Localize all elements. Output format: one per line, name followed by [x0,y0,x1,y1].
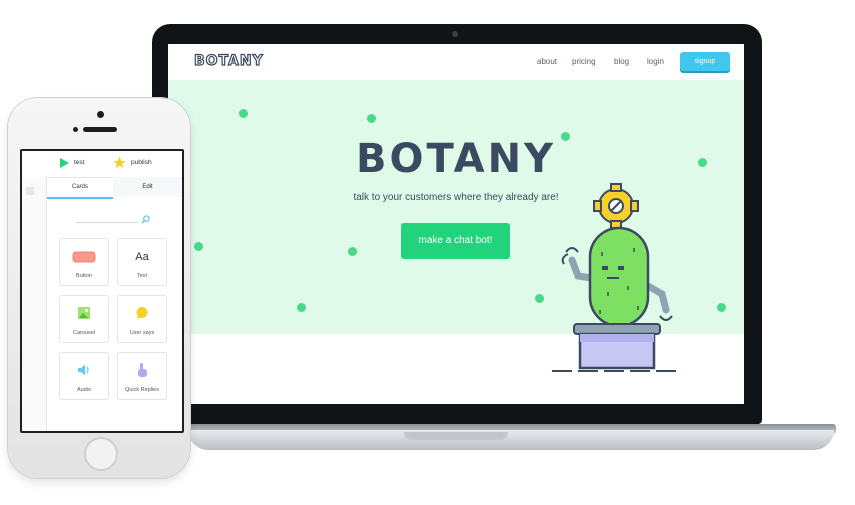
card-user-says[interactable]: User says [117,295,167,343]
nav-link-pricing[interactable]: pricing [572,57,596,66]
sidebar-handle[interactable] [26,187,34,195]
nav-link-about[interactable]: about [537,57,557,66]
tab-cards[interactable]: Cards [47,177,113,199]
gear-icon [593,183,639,229]
cactus-robot-illustration [552,183,682,372]
phone-home-button [84,437,118,471]
nav-link-login[interactable]: login [647,57,664,66]
site-header: BOTANY about pricing blog login signup [168,44,744,80]
speech-bubble-icon [136,307,148,320]
app-sidebar [22,177,47,431]
site-logo[interactable]: BOTANY [193,52,264,69]
decor-dot [535,294,544,303]
laptop-notch [404,432,508,440]
decor-dot [367,114,376,123]
decor-dot [239,109,248,118]
card-quick-replies[interactable]: Quick Replies [117,352,167,400]
decor-dot [297,303,306,312]
phone-camera [97,111,104,118]
card-label: Audio [76,387,92,393]
card-label: User says [129,330,155,336]
laptop-screen: BOTANY about pricing blog login signup B… [168,44,744,404]
nav-link-blog[interactable]: blog [614,57,629,66]
laptop-camera [452,31,458,37]
search-input[interactable] [76,222,138,223]
tab-edit[interactable]: Edit [113,177,182,197]
signup-button[interactable]: signup [680,52,730,71]
phone-speaker [83,127,117,132]
decor-dot [194,242,203,251]
hand-pointer-icon [138,363,147,377]
test-button[interactable]: test [74,159,84,166]
button-icon [72,251,96,263]
app-toolbar: test publish [22,151,182,178]
hero-title: BOTANY [355,136,557,182]
play-icon[interactable] [58,157,70,169]
image-icon [78,307,90,319]
text-icon: Aa [135,251,149,263]
decor-dot [717,303,726,312]
make-chat-bot-button[interactable]: make a chat bot! [401,223,510,259]
card-text[interactable]: Aa Text [117,238,167,286]
laptop-base [188,430,834,450]
publish-button[interactable]: publish [131,159,152,166]
card-audio[interactable]: Audio [59,352,109,400]
card-label: Carousel [72,330,95,336]
phone-sensor [73,127,78,132]
card-label: Text [136,273,148,279]
speaker-icon [78,364,89,376]
phone-screen: test publish Cards Edit Button Aa Text C… [20,149,184,433]
card-button[interactable]: Button [59,238,109,286]
search-icon[interactable] [141,215,150,224]
decor-dot [348,247,357,256]
card-label: Quick Replies [125,387,159,393]
star-icon[interactable] [113,156,126,169]
card-label: Button [76,273,92,279]
card-carousel[interactable]: Carousel [59,295,109,343]
